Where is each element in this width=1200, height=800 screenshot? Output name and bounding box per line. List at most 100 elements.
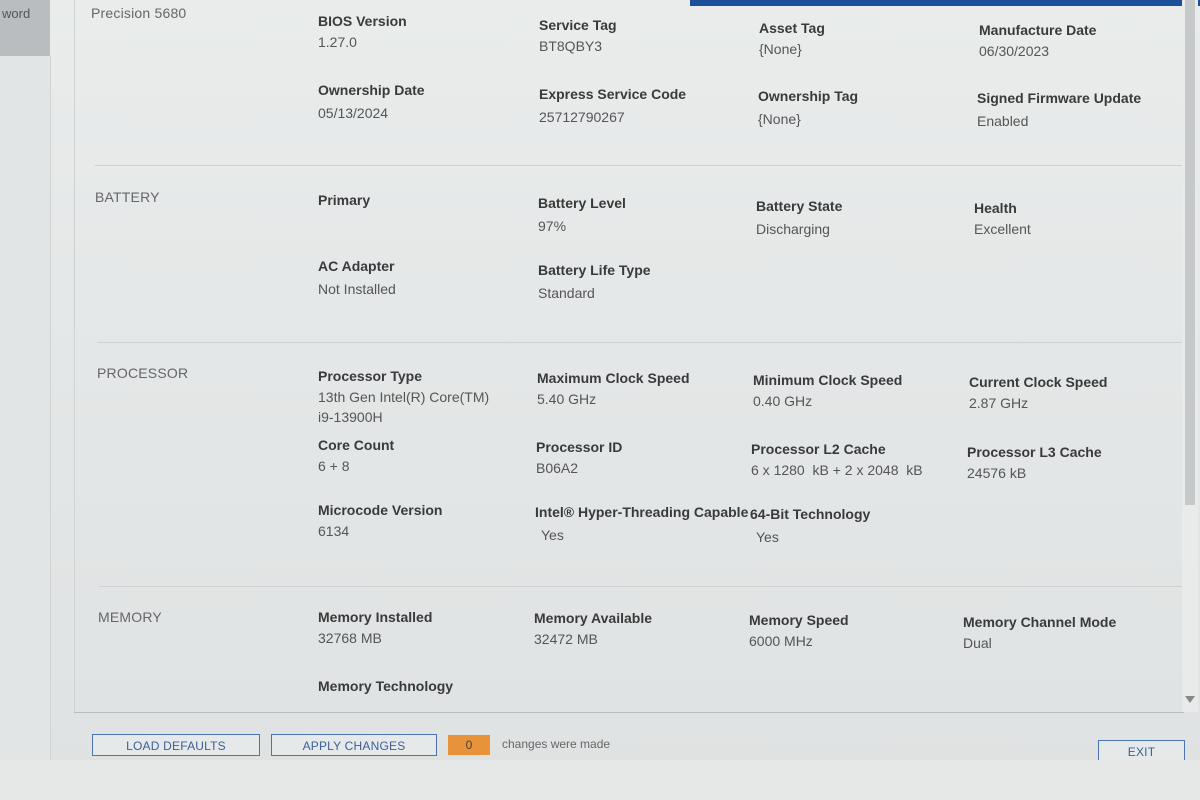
field-label: Processor L2 Cache bbox=[751, 441, 886, 457]
field-label: Memory Channel Mode bbox=[963, 614, 1117, 630]
apply-changes-button[interactable]: APPLY CHANGES bbox=[271, 734, 437, 756]
field-maximum-clock-speed: Maximum Clock Speed 5.40 GHz bbox=[537, 370, 690, 409]
screen-bottom-edge bbox=[0, 760, 1200, 800]
scrollbar-thumb[interactable] bbox=[1185, 0, 1195, 505]
field-label: Processor Type bbox=[318, 368, 423, 384]
field-value: Not Installed bbox=[318, 281, 396, 297]
field-label: Minimum Clock Speed bbox=[753, 372, 903, 388]
field-microcode-version: Microcode Version 6134 bbox=[318, 502, 442, 541]
field-value: Excellent bbox=[974, 221, 1031, 237]
field-service-tag: Service Tag BT8QBY3 bbox=[539, 17, 617, 56]
field-label: Intel® Hyper-Threading Capable bbox=[535, 504, 749, 520]
model-name: Precision 5680 bbox=[91, 5, 187, 21]
sidebar-tab-password[interactable]: word bbox=[0, 0, 50, 56]
field-value-line-2: i9-13900H bbox=[318, 409, 383, 425]
section-divider bbox=[97, 342, 1185, 343]
field-value: 6134 bbox=[318, 523, 350, 539]
bios-screen: word Precision 5680 BIOS Version 1.27.0 … bbox=[0, 0, 1200, 800]
field-64-bit-technology: 64-Bit Technology Yes bbox=[750, 506, 870, 547]
field-label: Microcode Version bbox=[318, 502, 443, 518]
field-battery-life-type: Battery Life Type Standard bbox=[538, 262, 651, 303]
field-value: Yes bbox=[756, 529, 779, 545]
field-label: BIOS Version bbox=[318, 13, 407, 29]
field-ownership-date: Ownership Date 05/13/2024 bbox=[318, 82, 425, 123]
sidebar-tab-label: word bbox=[2, 6, 31, 21]
field-manufacture-date: Manufacture Date 06/30/2023 bbox=[979, 22, 1096, 61]
scroll-down-arrow-icon[interactable] bbox=[1185, 696, 1195, 703]
field-express-service-code: Express Service Code 25712790267 bbox=[539, 86, 686, 127]
field-value: 97% bbox=[538, 218, 567, 234]
field-value: 06/30/2023 bbox=[979, 43, 1050, 59]
field-label: Maximum Clock Speed bbox=[537, 370, 690, 386]
field-value: 2.87 GHz bbox=[969, 395, 1029, 411]
field-label: Signed Firmware Update bbox=[977, 90, 1142, 106]
changes-count-badge: 0 bbox=[448, 735, 490, 755]
field-label: Memory Installed bbox=[318, 609, 433, 625]
field-current-clock-speed: Current Clock Speed 2.87 GHz bbox=[969, 374, 1107, 413]
field-value: 24576 kB bbox=[967, 465, 1027, 481]
field-value: Yes bbox=[541, 527, 564, 543]
sidebar bbox=[0, 56, 51, 760]
section-title-battery: BATTERY bbox=[95, 189, 160, 205]
field-value: {None} bbox=[759, 41, 802, 57]
field-label: Memory Technology bbox=[318, 678, 454, 694]
field-value: B06A2 bbox=[536, 460, 579, 476]
field-value: 32768 MB bbox=[318, 630, 382, 646]
field-label: Ownership Tag bbox=[758, 88, 859, 104]
field-value: 0.40 GHz bbox=[753, 393, 813, 409]
field-label: Battery Life Type bbox=[538, 262, 651, 278]
field-processor-id: Processor ID B06A2 bbox=[536, 439, 622, 478]
field-label: Current Clock Speed bbox=[969, 374, 1108, 390]
field-signed-firmware-update: Signed Firmware Update Enabled bbox=[977, 90, 1141, 131]
field-value: 6 + 8 bbox=[318, 458, 350, 474]
changes-status-text: changes were made bbox=[502, 737, 611, 751]
field-asset-tag: Asset Tag {None} bbox=[759, 20, 825, 59]
field-label: Asset Tag bbox=[759, 20, 825, 36]
field-label: Core Count bbox=[318, 437, 395, 453]
section-title-processor: PROCESSOR bbox=[97, 365, 189, 381]
field-value: 32472 MB bbox=[534, 631, 598, 647]
field-value: 25712790267 bbox=[539, 109, 625, 125]
field-value: Dual bbox=[963, 635, 992, 651]
field-value: 6 x 1280 kB + 2 x 2048 kB bbox=[751, 462, 923, 478]
field-value: BT8QBY3 bbox=[539, 38, 603, 54]
field-memory-available: Memory Available 32472 MB bbox=[534, 610, 652, 649]
field-primary: Primary bbox=[318, 192, 370, 208]
field-value: Enabled bbox=[977, 113, 1029, 129]
field-label: Manufacture Date bbox=[979, 22, 1097, 38]
field-label: Ownership Date bbox=[318, 82, 425, 98]
field-health: Health Excellent bbox=[974, 200, 1031, 239]
field-label: Battery State bbox=[756, 198, 843, 214]
field-label: AC Adapter bbox=[318, 258, 395, 274]
field-processor-l3-cache: Processor L3 Cache 24576 kB bbox=[967, 444, 1102, 483]
field-label: Primary bbox=[318, 192, 371, 208]
section-divider bbox=[99, 586, 1185, 587]
field-value: 05/13/2024 bbox=[318, 105, 389, 121]
field-label: Memory Speed bbox=[749, 612, 849, 628]
field-memory-technology: Memory Technology bbox=[318, 678, 453, 694]
overview-panel: Precision 5680 BIOS Version 1.27.0 Servi… bbox=[74, 0, 1185, 712]
exit-button[interactable]: EXIT bbox=[1098, 740, 1185, 762]
field-label: Battery Level bbox=[538, 195, 626, 211]
field-label: Memory Available bbox=[534, 610, 653, 626]
vertical-scrollbar[interactable] bbox=[1182, 0, 1198, 712]
field-bios-version: BIOS Version 1.27.0 bbox=[318, 13, 407, 52]
field-memory-speed: Memory Speed 6000 MHz bbox=[749, 612, 849, 651]
field-value: 1.27.0 bbox=[318, 34, 357, 50]
field-value: {None} bbox=[758, 111, 801, 127]
field-label: 64-Bit Technology bbox=[750, 506, 871, 522]
field-processor-l2-cache: Processor L2 Cache 6 x 1280 kB + 2 x 204… bbox=[751, 441, 923, 480]
field-value: 13th Gen Intel(R) Core(TM) bbox=[318, 389, 490, 405]
field-memory-channel-mode: Memory Channel Mode Dual bbox=[963, 614, 1116, 653]
field-value: 5.40 GHz bbox=[537, 391, 597, 407]
field-label: Express Service Code bbox=[539, 86, 687, 102]
field-label: Service Tag bbox=[539, 17, 617, 33]
field-battery-level: Battery Level 97% bbox=[538, 195, 626, 236]
load-defaults-button[interactable]: LOAD DEFAULTS bbox=[92, 734, 260, 756]
field-hyper-threading: Intel® Hyper-Threading Capable Yes bbox=[535, 504, 748, 545]
field-battery-state: Battery State Discharging bbox=[756, 198, 842, 239]
field-label: Processor ID bbox=[536, 439, 623, 455]
field-value: 6000 MHz bbox=[749, 633, 813, 649]
field-minimum-clock-speed: Minimum Clock Speed 0.40 GHz bbox=[753, 372, 902, 411]
field-ac-adapter: AC Adapter Not Installed bbox=[318, 258, 396, 299]
